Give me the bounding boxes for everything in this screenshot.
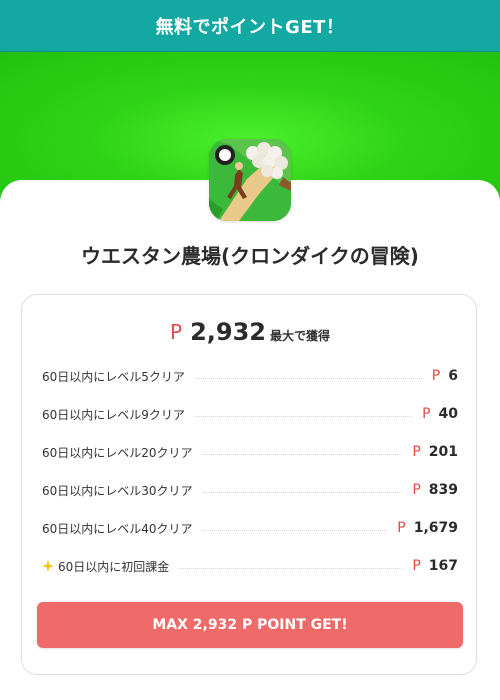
reward-label: 60日以内にレベル9クリア — [42, 407, 185, 422]
point-symbol: P — [431, 368, 441, 384]
app-title: ウエスタン農場(クロンダイクの冒険) — [81, 244, 419, 268]
farm-game-app-icon — [209, 139, 291, 221]
reward-row: 60日以内にレベル30クリア P 839 — [42, 480, 458, 500]
point-symbol: P — [170, 320, 183, 344]
header-bar: 無料でポイントGET！ — [0, 0, 500, 52]
reward-row: 60日以内にレベル20クリア P 201 — [42, 442, 458, 462]
reward-label: 60日以内にレベル20クリア — [42, 445, 193, 460]
reward-points: 201 — [428, 444, 458, 460]
dotted-leader — [202, 529, 388, 531]
point-symbol: P — [412, 482, 421, 498]
reward-row: 60日以内に初回課金 P 167 — [42, 556, 458, 576]
header-title: 無料でポイントGET！ — [155, 16, 345, 38]
total-points-suffix: 最大で獲得 — [269, 328, 330, 343]
point-get-button[interactable]: MAX 2,932 P POINT GET! — [37, 602, 463, 648]
reward-row: 60日以内にレベル40クリア P 1,679 — [42, 518, 458, 538]
total-points-value: 2,932 — [190, 318, 266, 346]
reward-points: 40 — [438, 406, 458, 422]
reward-points: 1,679 — [413, 520, 458, 536]
dotted-leader — [202, 491, 403, 493]
dotted-leader — [202, 453, 403, 455]
point-symbol: P — [412, 558, 421, 574]
reward-label: 60日以内にレベル40クリア — [42, 521, 193, 536]
reward-points: 6 — [448, 368, 458, 384]
reward-label: 60日以内に初回課金 — [58, 559, 170, 574]
dotted-leader — [179, 567, 403, 569]
reward-points: 167 — [428, 558, 458, 574]
reward-points: 839 — [428, 482, 458, 498]
reward-label: 60日以内にレベル30クリア — [42, 483, 193, 498]
point-symbol: P — [422, 406, 431, 422]
dotted-leader — [194, 415, 413, 417]
reward-row: 60日以内にレベル9クリア P 40 — [42, 404, 458, 424]
reward-row: 60日以内にレベル5クリア P6 — [42, 366, 458, 386]
total-points: P 2,932 最大で獲得 — [0, 318, 500, 346]
point-symbol: P — [412, 444, 421, 460]
dotted-leader — [194, 377, 422, 379]
reward-label: 60日以内にレベル5クリア — [42, 369, 185, 384]
point-symbol: P — [397, 520, 406, 536]
sparkle-icon — [42, 560, 54, 572]
